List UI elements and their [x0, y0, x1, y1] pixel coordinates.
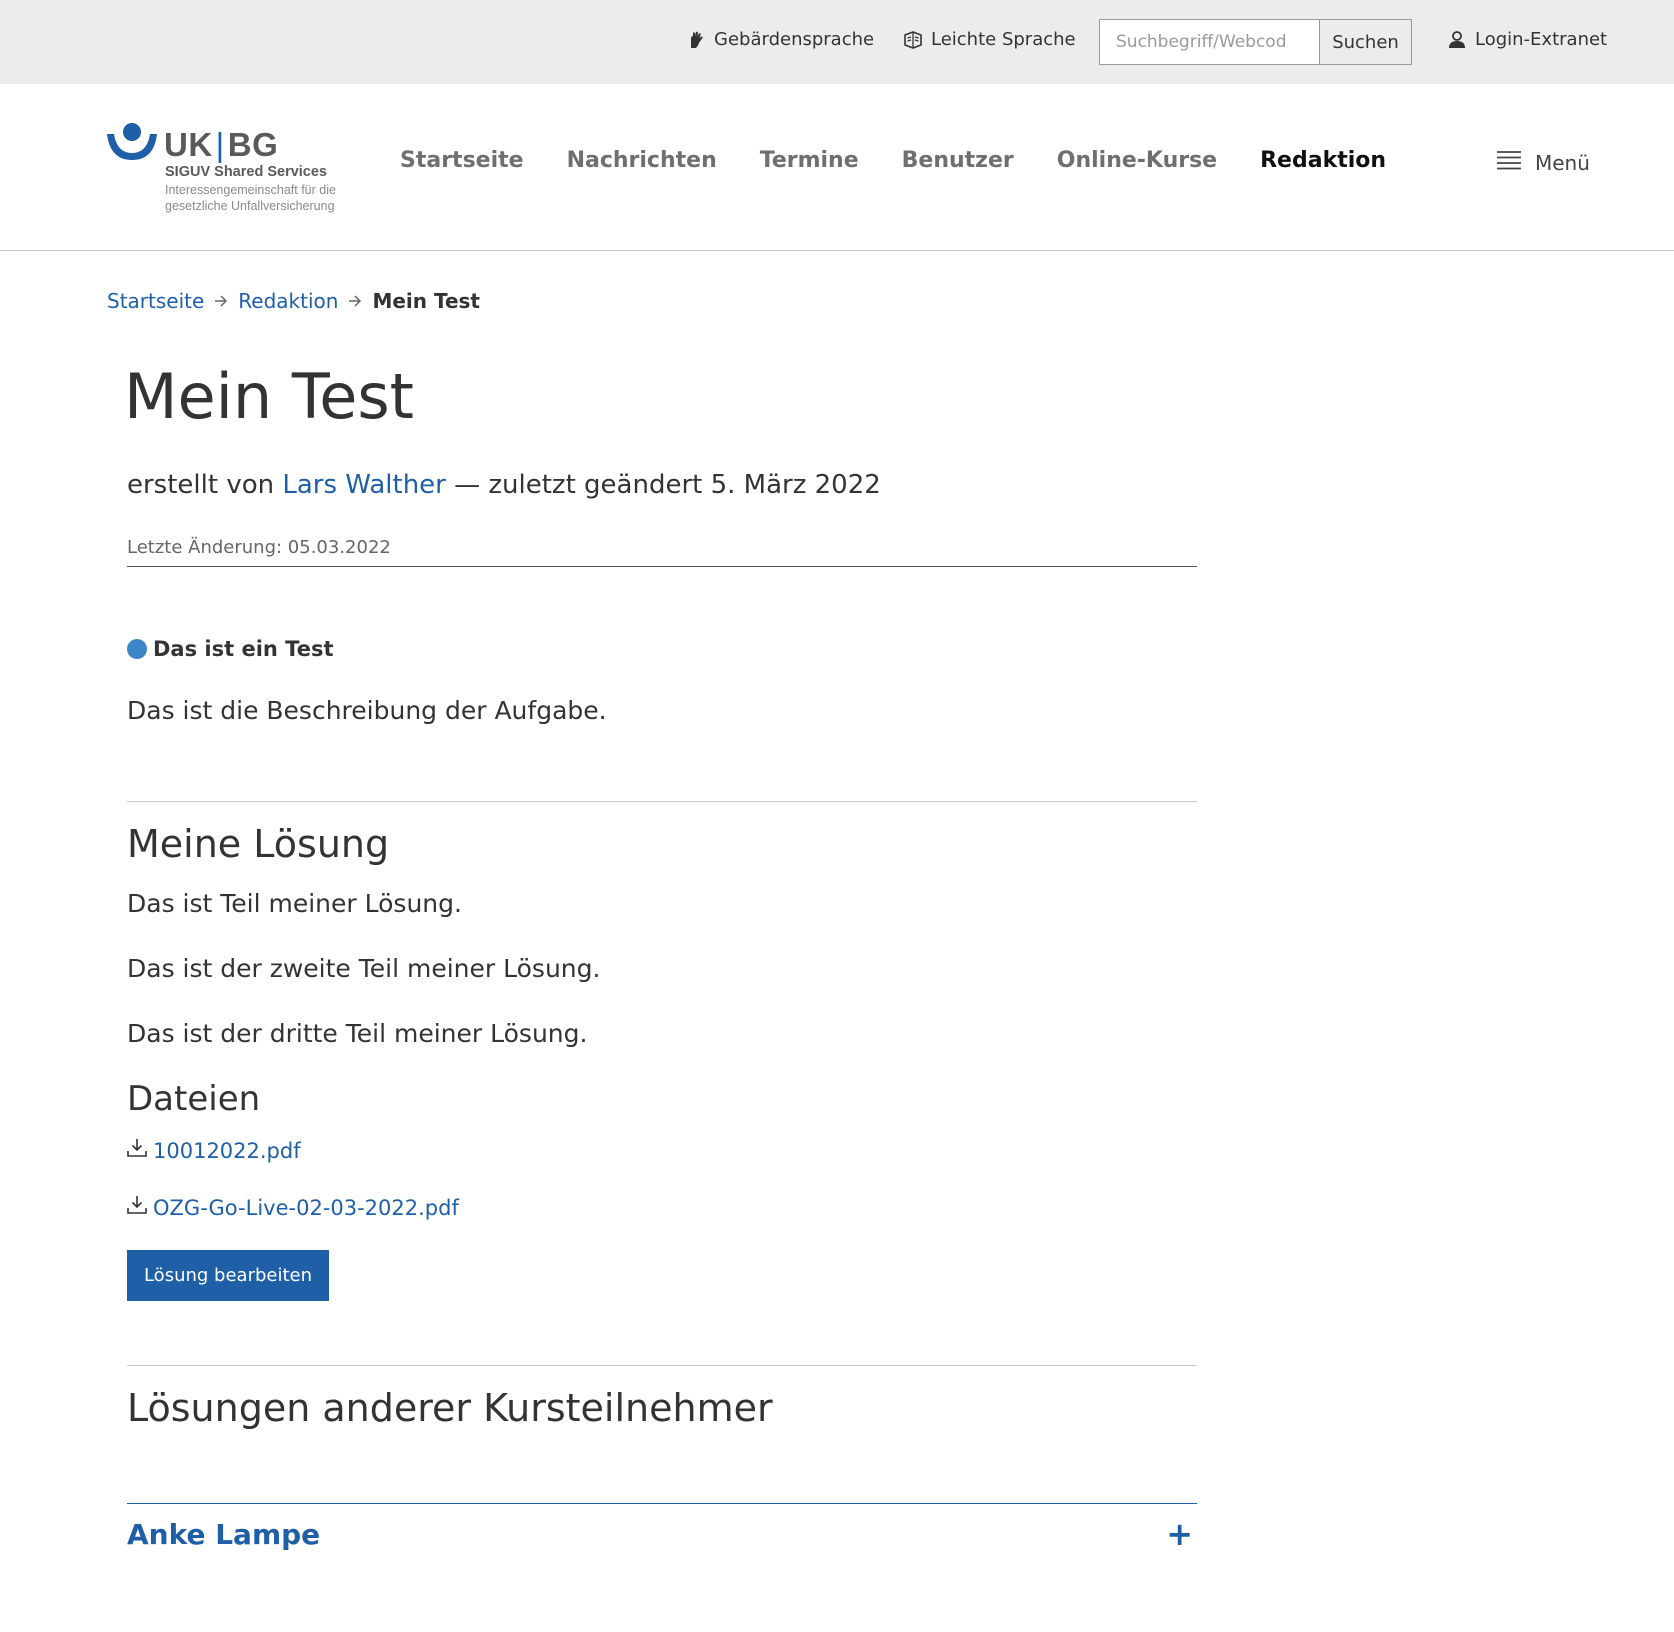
file-download-link[interactable]: OZG-Go-Live-02-03-2022.pdf [127, 1195, 459, 1220]
easy-language-label: Leichte Sprache [931, 29, 1076, 50]
solution-paragraph: Das ist der dritte Teil meiner Lösung. [127, 1019, 588, 1048]
login-label: Login-Extranet [1475, 29, 1608, 50]
sign-language-label: Gebärdensprache [714, 29, 875, 50]
logo-mark-icon [106, 122, 158, 170]
byline-suffix: — zuletzt geändert 5. März 2022 [454, 470, 881, 500]
login-extranet-link[interactable]: Login-Extranet [1447, 29, 1607, 50]
logo-tagline: Interessengemeinschaft für die gesetzlich… [165, 183, 336, 213]
sign-language-link[interactable]: Gebärdensprache [686, 29, 874, 50]
expand-plus-icon: + [1166, 1515, 1193, 1553]
page-title: Mein Test [124, 360, 414, 433]
download-icon [127, 1138, 147, 1163]
logo-wordmark: UK|BG [164, 126, 279, 163]
task-title: Das ist ein Test [127, 637, 333, 661]
file-name: 10012022.pdf [153, 1138, 301, 1163]
solution-paragraph: Das ist der zweite Teil meiner Lösung. [127, 954, 601, 983]
byline: erstellt von Lars Walther — zuletzt geän… [127, 470, 881, 500]
breadcrumb: Startseite Redaktion Mein Test [107, 289, 480, 313]
site-header: UK|BG SIGUV Shared Services Interessenge… [0, 84, 1674, 251]
sign-language-icon [686, 30, 706, 50]
nav-item-startseite[interactable]: Startseite [400, 148, 524, 173]
accordion-item[interactable]: Anke Lampe + [127, 1504, 1197, 1564]
task-description: Das ist die Beschreibung der Aufgabe. [127, 696, 607, 725]
file-download-link[interactable]: 10012022.pdf [127, 1138, 301, 1163]
file-name: OZG-Go-Live-02-03-2022.pdf [153, 1195, 459, 1220]
hamburger-icon [1497, 150, 1521, 175]
nav-item-redaktion[interactable]: Redaktion [1260, 148, 1386, 173]
edit-solution-button[interactable]: Lösung bearbeiten [127, 1250, 329, 1301]
task-title-text: Das ist ein Test [153, 637, 334, 661]
solution-paragraph: Das ist Teil meiner Lösung. [127, 889, 462, 918]
nav-item-termine[interactable]: Termine [760, 148, 859, 173]
nav-item-nachrichten[interactable]: Nachrichten [567, 148, 717, 173]
utility-bar: Gebärdensprache Leichte Sprache Suchen L… [0, 0, 1674, 84]
book-icon [903, 30, 923, 50]
logo-subtitle: SIGUV Shared Services [165, 164, 327, 180]
other-solutions-heading: Lösungen anderer Kursteilnehmer [127, 1386, 773, 1430]
search-button[interactable]: Suchen [1319, 20, 1411, 64]
solution-heading: Meine Lösung [127, 822, 390, 866]
download-icon [127, 1195, 147, 1220]
divider [127, 801, 1197, 802]
menu-label: Menü [1535, 150, 1590, 175]
nav-item-benutzer[interactable]: Benutzer [902, 148, 1014, 173]
arrow-right-icon [214, 289, 228, 313]
user-icon [1447, 30, 1467, 50]
participant-name: Anke Lampe [127, 1517, 321, 1551]
author-link[interactable]: Lars Walther [282, 470, 445, 500]
status-dot-icon [127, 639, 147, 659]
nav-item-online-kurse[interactable]: Online-Kurse [1057, 148, 1217, 173]
search-form: Suchen [1099, 19, 1412, 65]
divider [127, 566, 1197, 567]
byline-prefix: erstellt von [127, 470, 275, 500]
breadcrumb-home[interactable]: Startseite [107, 289, 204, 313]
menu-button[interactable]: Menü [1497, 150, 1590, 175]
easy-language-link[interactable]: Leichte Sprache [903, 29, 1076, 50]
breadcrumb-current: Mein Test [372, 289, 480, 313]
files-heading: Dateien [127, 1079, 261, 1119]
ukbg-logo[interactable]: UK|BG SIGUV Shared Services Interessenge… [106, 122, 356, 217]
arrow-right-icon [348, 289, 362, 313]
breadcrumb-section[interactable]: Redaktion [238, 289, 338, 313]
divider [127, 1365, 1197, 1366]
main-navigation: Startseite Nachrichten Termine Benutzer … [400, 148, 1429, 173]
last-modified: Letzte Änderung: 05.03.2022 [127, 537, 391, 558]
search-input[interactable] [1100, 20, 1319, 64]
